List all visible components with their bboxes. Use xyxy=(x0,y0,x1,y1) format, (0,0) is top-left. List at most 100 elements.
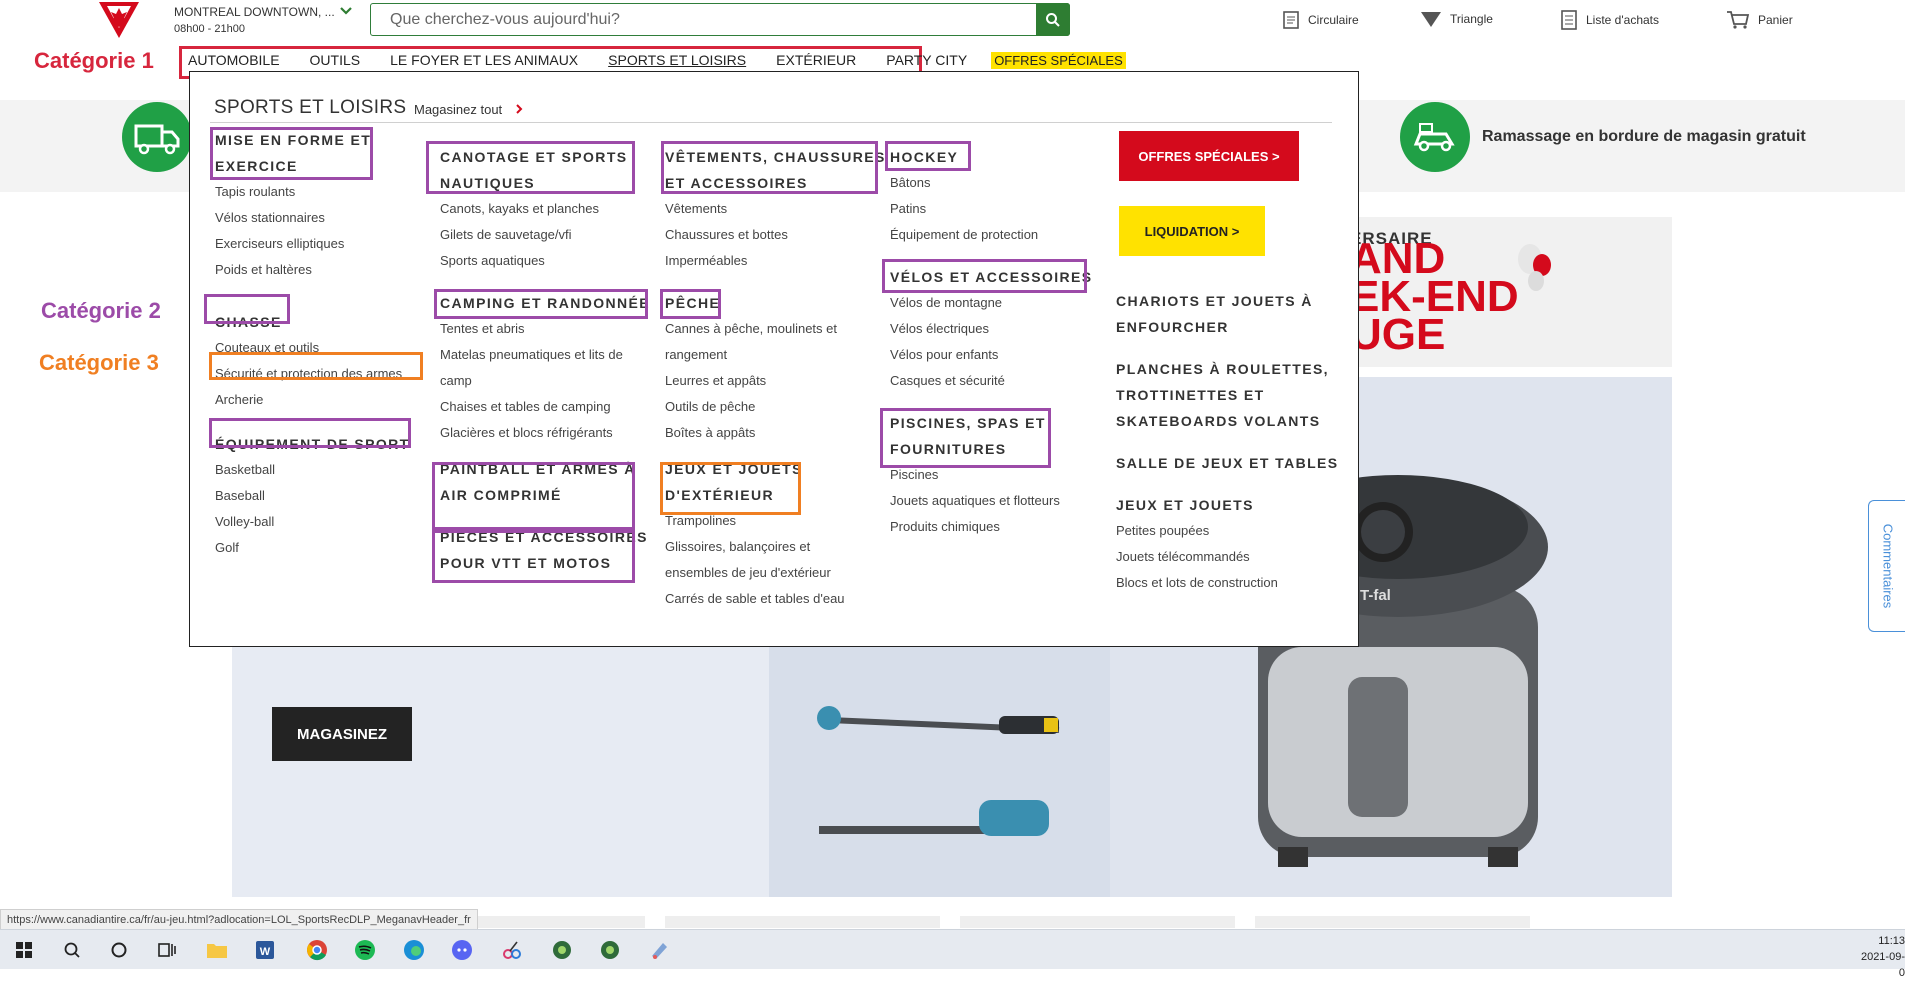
shop-all-link[interactable]: Magasinez tout xyxy=(414,102,524,117)
spotify-icon[interactable] xyxy=(353,938,377,962)
browser-status-bar: https://www.canadiantire.ca/fr/au-jeu.ht… xyxy=(0,909,478,931)
search-button[interactable] xyxy=(1036,3,1070,36)
menu-item[interactable]: Glacières et blocs réfrigérants xyxy=(440,420,650,446)
product-brand: T-fal xyxy=(1360,587,1391,604)
menu-item[interactable]: Exerciseurs elliptiques xyxy=(215,231,410,257)
snip-tool-icon[interactable] xyxy=(500,938,524,962)
menu-item[interactable]: Gilets de sauvetage/vfi xyxy=(440,222,650,248)
menu-item[interactable]: Archerie xyxy=(215,387,410,413)
nav-outils[interactable]: OUTILS xyxy=(310,52,361,68)
feedback-tab[interactable]: Commentaires xyxy=(1868,500,1905,632)
mega-menu-divider xyxy=(210,122,1332,123)
menu-item[interactable]: Matelas pneumatiques et lits de xyxy=(440,342,650,368)
menu-item[interactable]: Cannes à pêche, moulinets et xyxy=(665,316,886,342)
nav-party-city[interactable]: PARTY CITY xyxy=(886,52,967,68)
menu-item[interactable]: Poids et haltères xyxy=(215,257,410,283)
chevron-down-icon[interactable] xyxy=(338,3,354,19)
search-bar xyxy=(370,3,1070,36)
file-explorer-icon[interactable] xyxy=(205,938,229,962)
paint-icon[interactable] xyxy=(648,938,672,962)
shop-all-label: Magasinez tout xyxy=(414,102,503,117)
word-icon[interactable]: W xyxy=(253,938,277,962)
menu-head-planches[interactable]: PLANCHES À ROULETTES, TROTTINETTES ET SKAT… xyxy=(1116,356,1339,434)
chrome-icon[interactable] xyxy=(305,938,329,962)
cat2-box-vetements xyxy=(661,141,878,194)
menu-item[interactable]: Blocs et lots de construction xyxy=(1116,570,1339,596)
menu-head-salle-jeux[interactable]: SALLE DE JEUX ET TABLES xyxy=(1116,450,1339,476)
cat2-box-mise-en-forme xyxy=(210,127,373,180)
task-view-icon[interactable] xyxy=(155,938,179,962)
menu-item[interactable]: Produits chimiques xyxy=(890,514,1093,540)
menu-item[interactable]: Vélos stationnaires xyxy=(215,205,410,231)
menu-item[interactable]: Volley-ball xyxy=(215,509,410,535)
search-taskbar-icon[interactable] xyxy=(60,938,84,962)
feedback-label: Commentaires xyxy=(1880,523,1895,609)
menu-item[interactable]: Chaises et tables de camping xyxy=(440,394,650,420)
menu-item[interactable]: rangement xyxy=(665,342,886,368)
cat2-box-hockey xyxy=(885,141,971,171)
shopping-list-label: Liste d'achats xyxy=(1586,13,1660,27)
menu-item[interactable]: ensembles de jeu d'extérieur xyxy=(665,560,886,586)
menu-item[interactable]: Baseball xyxy=(215,483,410,509)
balloons-icon xyxy=(1518,244,1551,291)
cat2-box-canotage xyxy=(426,141,635,194)
menu-item[interactable]: Tentes et abris xyxy=(440,316,650,342)
menu-item[interactable]: Boîtes à appâts xyxy=(665,420,886,446)
menu-item[interactable]: Sports aquatiques xyxy=(440,248,650,274)
menu-item[interactable]: Basketball xyxy=(215,457,410,483)
menu-item[interactable]: Chaussures et bottes xyxy=(665,222,886,248)
flyer-label: Circulaire xyxy=(1308,13,1359,27)
menu-head-jeux-jouets[interactable]: JEUX ET JOUETS xyxy=(1116,492,1339,518)
search-input[interactable] xyxy=(371,4,1030,35)
menu-item[interactable]: Glissoires, balançoires et xyxy=(665,534,886,560)
menu-item[interactable]: Canots, kayaks et planches xyxy=(440,196,650,222)
flyer-link[interactable]: Circulaire xyxy=(1282,10,1359,30)
menu-item[interactable]: Carrés de sable et tables d'eau xyxy=(665,586,886,612)
menu-item[interactable]: Vêtements xyxy=(665,196,886,222)
nav-automobile[interactable]: AUTOMOBILE xyxy=(188,52,280,68)
nav-sports-loisirs[interactable]: SPORTS ET LOISIRS xyxy=(608,52,746,68)
shop-button[interactable]: MAGASINEZ xyxy=(272,707,412,761)
menu-item[interactable]: Outils de pêche xyxy=(665,394,886,420)
edge-icon[interactable] xyxy=(402,938,426,962)
canadian-tire-logo[interactable] xyxy=(97,0,141,40)
menu-item[interactable]: Bâtons xyxy=(890,170,1093,196)
menu-item[interactable]: Tapis roulants xyxy=(215,179,410,205)
tools-panel[interactable] xyxy=(769,630,1110,897)
cart-link[interactable]: Panier xyxy=(1726,10,1793,30)
menu-item[interactable]: Petites poupées xyxy=(1116,518,1339,544)
menu-item[interactable]: Jouets aquatiques et flotteurs xyxy=(890,488,1093,514)
plant-app-icon-2[interactable] xyxy=(598,938,622,962)
menu-item[interactable]: Équipement de protection xyxy=(890,222,1093,248)
menu-item[interactable]: Leurres et appâts xyxy=(665,368,886,394)
tile-2 xyxy=(665,916,940,928)
taskbar-clock[interactable]: 11:13 2021-09-0 xyxy=(1858,933,1905,981)
svg-text:W: W xyxy=(260,946,271,958)
special-offers-button[interactable]: OFFRES SPÉCIALES > xyxy=(1119,131,1299,181)
menu-head-chariots[interactable]: CHARIOTS ET JOUETS À ENFOURCHER xyxy=(1116,288,1339,340)
windows-start-icon[interactable] xyxy=(12,938,36,962)
nav-offres-speciales[interactable]: OFFRES SPÉCIALES xyxy=(991,51,1126,69)
flyer-icon xyxy=(1283,11,1299,29)
nav-foyer-animaux[interactable]: LE FOYER ET LES ANIMAUX xyxy=(390,52,578,68)
menu-item[interactable]: Golf xyxy=(215,535,410,561)
truck-icon xyxy=(134,124,180,155)
menu-item[interactable]: camp xyxy=(440,368,650,394)
store-name[interactable]: MONTREAL DOWNTOWN, ... xyxy=(174,5,335,19)
menu-item[interactable]: Vélos de montagne xyxy=(890,290,1093,316)
liquidation-button[interactable]: LIQUIDATION > xyxy=(1119,206,1265,256)
nav-exterieur[interactable]: EXTÉRIEUR xyxy=(776,52,856,68)
menu-col-4: HOCKEY Bâtons Patins Équipement de prote… xyxy=(890,144,1093,540)
menu-item[interactable]: Imperméables xyxy=(665,248,886,274)
menu-item[interactable]: Patins xyxy=(890,196,1093,222)
discord-icon[interactable] xyxy=(450,938,474,962)
menu-item[interactable]: Casques et sécurité xyxy=(890,368,1093,394)
plant-app-icon-1[interactable] xyxy=(550,938,574,962)
triangle-link[interactable]: Triangle xyxy=(1420,10,1493,28)
menu-item[interactable]: Vélos électriques xyxy=(890,316,1093,342)
main-nav: AUTOMOBILE OUTILS LE FOYER ET LES ANIMAU… xyxy=(188,46,1126,74)
menu-item[interactable]: Vélos pour enfants xyxy=(890,342,1093,368)
menu-item[interactable]: Jouets télécommandés xyxy=(1116,544,1339,570)
shopping-list-link[interactable]: Liste d'achats xyxy=(1560,10,1659,30)
cortana-icon[interactable] xyxy=(107,938,131,962)
